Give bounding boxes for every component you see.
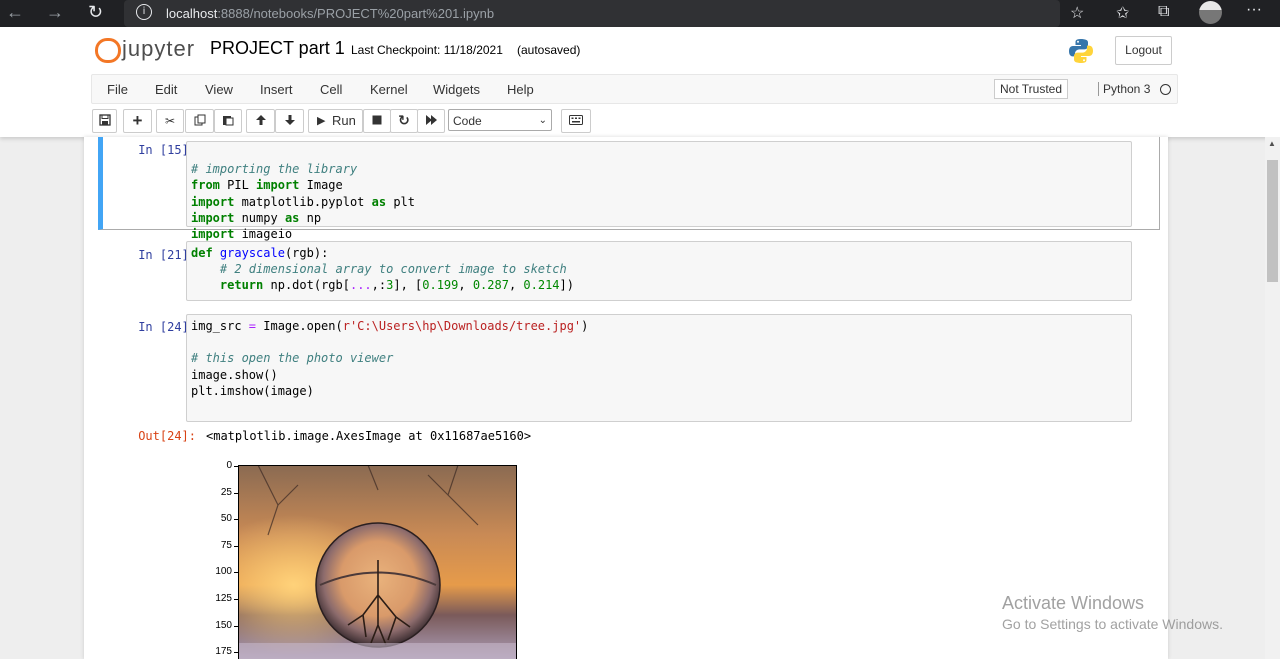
profile-avatar[interactable] — [1199, 1, 1222, 24]
cell-type-select[interactable]: Code ⌄ — [448, 109, 552, 131]
menu-view[interactable]: View — [205, 82, 233, 97]
arrow-down-icon — [284, 115, 295, 125]
notebook-title[interactable]: PROJECT part 1 — [210, 38, 345, 59]
code-input[interactable]: def grayscale(rgb): # 2 dimensional arra… — [186, 241, 1132, 301]
code-content: # importing the library from PIL import … — [191, 162, 415, 242]
y-tick-label: 0 — [226, 460, 232, 471]
menu-kernel[interactable]: Kernel — [370, 82, 408, 97]
paste-icon — [223, 116, 234, 126]
back-arrow-icon[interactable]: ← — [6, 2, 24, 23]
y-tick-label: 100 — [215, 566, 232, 578]
code-input[interactable]: img_src = Image.open(r'C:\Users\hp\Downl… — [186, 314, 1132, 422]
cell-type-value: Code — [453, 114, 482, 128]
cut-button[interactable]: ✂ — [156, 109, 184, 133]
activate-windows-title: Activate Windows — [1002, 593, 1145, 613]
code-input[interactable]: # importing the library from PIL import … — [186, 141, 1132, 241]
save-button[interactable] — [92, 109, 117, 133]
menu-edit[interactable]: Edit — [155, 82, 177, 97]
notebook-container: In [15]: # importing the library from PI… — [84, 137, 1168, 659]
scrollbar-thumb[interactable] — [1267, 160, 1278, 282]
imshow-plot: 0 25 50 75 100 125 150 175 — [206, 457, 526, 659]
page-scrollbar[interactable]: ▲ — [1265, 137, 1280, 659]
y-tick-label: 50 — [220, 513, 232, 525]
logout-button[interactable]: Logout — [1115, 36, 1172, 65]
menu-widgets[interactable]: Widgets — [433, 82, 480, 97]
add-favorite-icon[interactable]: ☆ — [1070, 3, 1084, 23]
y-tick-label: 75 — [220, 539, 232, 551]
menu-file[interactable]: File — [107, 82, 128, 97]
not-trusted-button[interactable]: Not Trusted — [994, 79, 1069, 99]
kernel-idle-indicator-icon — [1160, 84, 1171, 95]
copy-button[interactable] — [185, 109, 214, 133]
paste-button[interactable] — [214, 109, 242, 133]
menu-bar: File Edit View Insert Cell Kernel Widget… — [91, 74, 1178, 104]
run-label: Run — [332, 113, 356, 128]
restart-button[interactable]: ↻ — [390, 109, 418, 133]
save-icon — [98, 114, 111, 126]
code-content: img_src = Image.open(r'C:\Users\hp\Downl… — [191, 319, 589, 398]
last-checkpoint: Last Checkpoint: 11/18/2021 — [351, 43, 503, 57]
autosave-status: (autosaved) — [517, 43, 581, 57]
site-info-icon[interactable]: i — [136, 4, 152, 20]
plus-icon: + — [132, 111, 143, 130]
y-tick-label: 150 — [215, 619, 232, 631]
output-prompt: Out[24]: — [138, 429, 196, 443]
y-tick-label: 175 — [215, 646, 232, 658]
reload-icon[interactable]: ↻ — [88, 2, 103, 23]
cell-prompt: In [24]: — [138, 320, 196, 334]
menu-insert[interactable]: Insert — [260, 82, 293, 97]
y-tick-label: 25 — [220, 486, 232, 498]
play-icon: ▶ — [317, 115, 326, 127]
activate-windows-subtitle: Go to Settings to activate Windows. — [1002, 616, 1223, 632]
move-up-button[interactable] — [246, 109, 275, 133]
output-text: <matplotlib.image.AxesImage at 0x11687ae… — [206, 429, 532, 443]
interrupt-button[interactable] — [363, 109, 391, 133]
cell-prompt: In [15]: — [138, 143, 196, 157]
scissors-icon: ✂ — [164, 114, 176, 128]
menu-cell[interactable]: Cell — [320, 82, 342, 97]
jupyter-logo-icon[interactable] — [95, 36, 121, 63]
code-content: def grayscale(rgb): # 2 dimensional arra… — [191, 246, 574, 293]
copy-icon — [194, 114, 205, 126]
restart-run-all-button[interactable] — [417, 109, 445, 133]
y-tick-label: 125 — [215, 593, 232, 604]
restart-icon: ↻ — [398, 113, 410, 129]
chevron-down-icon: ⌄ — [538, 115, 547, 126]
forward-arrow-icon[interactable]: → — [46, 2, 64, 23]
command-palette-button[interactable] — [561, 109, 591, 133]
keyboard-icon — [569, 115, 583, 125]
tree-crystal-ball-image — [238, 465, 517, 659]
favorites-icon[interactable]: ✩ — [1116, 3, 1129, 23]
python-logo-icon — [1069, 39, 1093, 63]
stop-icon — [372, 115, 382, 125]
jupyter-logo-text[interactable]: jupyter — [122, 36, 195, 62]
address-bar[interactable]: i localhost:8888/notebooks/PROJECT%20par… — [124, 0, 1060, 27]
kernel-name[interactable]: Python 3 — [1098, 82, 1150, 96]
collections-icon[interactable]: ⧉ — [1158, 3, 1169, 21]
browser-toolbar: ← → ↻ i localhost:8888/notebooks/PROJECT… — [0, 0, 1280, 27]
run-button[interactable]: ▶ Run — [308, 109, 363, 133]
menu-help[interactable]: Help — [507, 82, 534, 97]
url-text[interactable]: localhost:8888/notebooks/PROJECT%20part%… — [166, 6, 494, 21]
more-menu-icon[interactable]: ··· — [1246, 1, 1262, 19]
arrow-up-icon — [255, 115, 266, 125]
cell-prompt: In [21]: — [138, 248, 196, 262]
scroll-up-arrow-icon[interactable]: ▲ — [1268, 139, 1276, 148]
fast-forward-icon — [425, 115, 437, 125]
insert-cell-button[interactable]: + — [123, 109, 152, 133]
move-down-button[interactable] — [275, 109, 304, 133]
